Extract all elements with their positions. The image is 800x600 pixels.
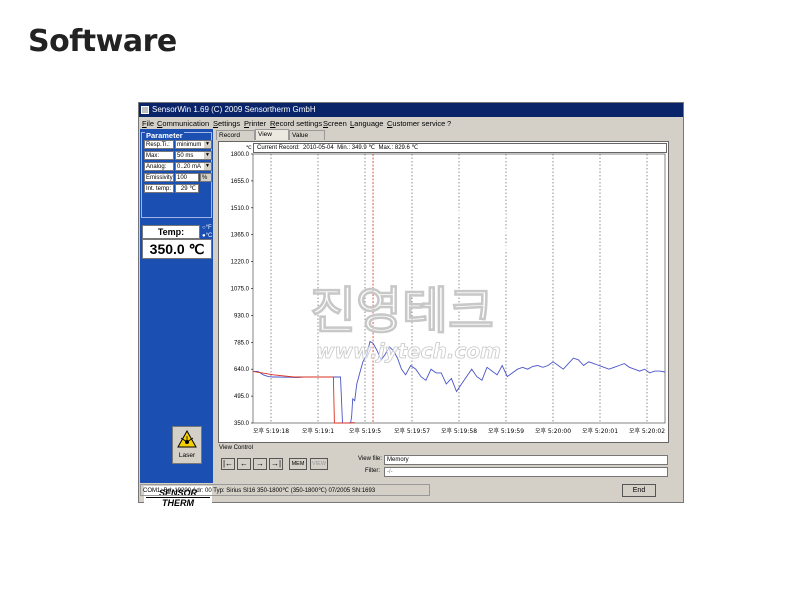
logo-line2: THERM: [162, 498, 194, 508]
filter-label: Filter:: [365, 468, 380, 474]
window-titlebar[interactable]: SensorWin 1.69 (C) 2009 Sensortherm GmbH: [139, 103, 683, 117]
previous-button[interactable]: ←: [237, 458, 251, 470]
first-button[interactable]: |←: [221, 458, 235, 470]
unit-fahrenheit-label: °F: [205, 225, 212, 231]
unit-fahrenheit-radio[interactable]: ○°F: [202, 225, 212, 231]
resp-time-value: minimum: [177, 142, 202, 148]
chart-frame: ℃ Current Record: 2010-05-04 Min.: 349.9…: [218, 141, 669, 443]
menu-communication[interactable]: Communication: [157, 118, 209, 129]
resp-time-label: Resp.Ti.:: [144, 140, 174, 149]
y-tick-label: 640.0: [234, 367, 250, 373]
menu-printer[interactable]: Printer: [244, 118, 266, 129]
tab-record-table[interactable]: Record Table: [216, 130, 255, 149]
x-tick-label: 오후 5:20:02: [629, 427, 665, 435]
menu-record-settings[interactable]: Record settings: [270, 118, 322, 129]
x-tick-label: 오후 5:19:5: [349, 427, 381, 435]
view-file-field[interactable]: Memory: [384, 455, 668, 465]
window-title: SensorWin 1.69 (C) 2009 Sensortherm GmbH: [152, 105, 316, 114]
x-tick-label: 오후 5:20:00: [535, 427, 571, 435]
app-icon: [141, 106, 149, 114]
next-button[interactable]: →: [253, 458, 267, 470]
y-tick-label: 1365.0: [231, 233, 250, 239]
last-button[interactable]: →|: [269, 458, 283, 470]
y-tick-label: 350.0: [234, 421, 250, 427]
mem-button[interactable]: MEM: [289, 458, 307, 470]
int-temp-label: Int. temp:: [144, 184, 174, 193]
y-tick-label: 785.0: [234, 340, 250, 346]
menu-screen[interactable]: Screen: [323, 118, 347, 129]
menu-language[interactable]: Language: [350, 118, 383, 129]
y-tick-label: 1510.0: [231, 206, 250, 212]
menu-settings[interactable]: Settings: [213, 118, 240, 129]
x-tick-label: 오후 5:19:57: [394, 427, 430, 435]
slide-title: Software: [28, 24, 177, 59]
temperature-chart: 1800.0 1655.0 1510.0 1365.0 1220.0 1075.0 930.…: [231, 152, 666, 435]
y-tick-label: 1655.0: [231, 179, 250, 185]
int-temp-value: 29 ℃: [175, 184, 199, 193]
laser-warning-icon: [177, 430, 197, 448]
parameter-group: Parameter Resp.Ti.: minimum ▼ Max: 50 ms ▼…: [141, 132, 212, 218]
parameter-title: Parameter: [145, 131, 184, 140]
analog-value: 0..20 mA: [177, 164, 202, 170]
view-button[interactable]: VIEW: [310, 458, 328, 470]
end-button[interactable]: End: [622, 484, 656, 497]
emissivity-unit: %: [200, 173, 212, 182]
menu-file[interactable]: File: [142, 118, 154, 129]
y-tick-label: 495.0: [234, 394, 250, 400]
y-tick-label: 930.0: [234, 313, 250, 319]
temp-label: Temp:: [142, 225, 200, 239]
chevron-down-icon[interactable]: ▼: [204, 152, 211, 159]
left-panel: Parameter Resp.Ti.: minimum ▼ Max: 50 ms ▼…: [140, 129, 213, 508]
laser-label: Laser: [178, 452, 196, 459]
filter-field[interactable]: -/-: [384, 467, 668, 477]
view-control-title: View Control: [219, 445, 253, 451]
laser-button[interactable]: Laser: [172, 426, 202, 464]
max-select[interactable]: 50 ms ▼: [175, 151, 212, 160]
x-tick-label: 오후 5:19:59: [488, 427, 524, 435]
tab-value-table[interactable]: Value Table: [289, 130, 325, 149]
x-tick-label: 오후 5:19:58: [441, 427, 477, 435]
y-tick-label: 1220.0: [231, 260, 250, 266]
view-control: View Control |← ← → →| MEM VIEW View fil…: [218, 445, 669, 483]
emissivity-input[interactable]: 100: [175, 173, 199, 182]
chevron-down-icon[interactable]: ▼: [204, 141, 211, 148]
status-bar: COM1: Bd: 19200 Adr: 00 Typ: Sirius SI16…: [140, 484, 430, 496]
x-tick-label: 오후 5:20:01: [582, 427, 618, 435]
analog-select[interactable]: 0..20 mA ▼: [175, 162, 212, 171]
menu-customer-service[interactable]: Customer service: [387, 118, 445, 129]
view-file-label: View file:: [358, 456, 382, 462]
menu-help[interactable]: ?: [447, 118, 451, 129]
sensorwin-window: SensorWin 1.69 (C) 2009 Sensortherm GmbH…: [138, 102, 684, 508]
max-label: Max:: [144, 151, 174, 160]
tab-view-table[interactable]: View Table: [255, 129, 289, 148]
temp-value: 350.0 ℃: [142, 239, 212, 259]
resp-time-select[interactable]: minimum ▼: [175, 140, 212, 149]
emissivity-label: Emissivity: [144, 173, 174, 182]
y-tick-label: 1800.0: [231, 152, 250, 158]
x-tick-label: 오후 5:19:1: [302, 427, 334, 435]
analog-label: Analog:: [144, 162, 174, 171]
max-value: 50 ms: [177, 153, 194, 159]
y-tick-label: 1075.0: [231, 287, 250, 293]
chevron-down-icon[interactable]: ▼: [204, 163, 211, 170]
x-tick-label: 오후 5:19:18: [253, 427, 289, 435]
menu-bar: File Communication Settings Printer Reco…: [139, 118, 683, 129]
